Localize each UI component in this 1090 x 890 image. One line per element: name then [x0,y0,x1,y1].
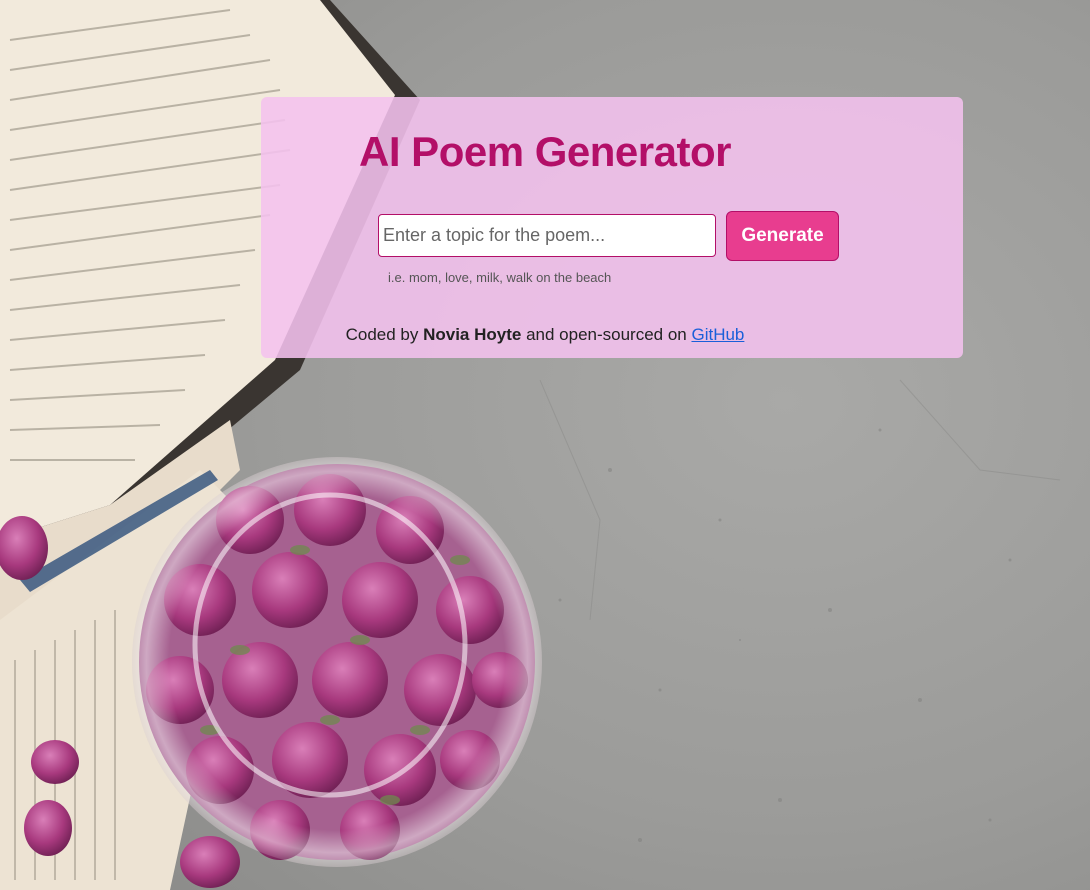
generate-button[interactable]: Generate [726,211,839,261]
topic-hint: i.e. mom, love, milk, walk on the beach [388,270,612,285]
author-name: Novia Hoyte [423,325,522,344]
credit-middle: and open-sourced on [521,325,692,344]
credit-prefix: Coded by [345,325,424,344]
topic-input[interactable] [378,214,716,257]
github-link[interactable]: GitHub [691,325,744,344]
page-title: AI Poem Generator [359,128,731,175]
footer-credit: Coded by Novia Hoyte and open-sourced on… [0,325,1090,345]
